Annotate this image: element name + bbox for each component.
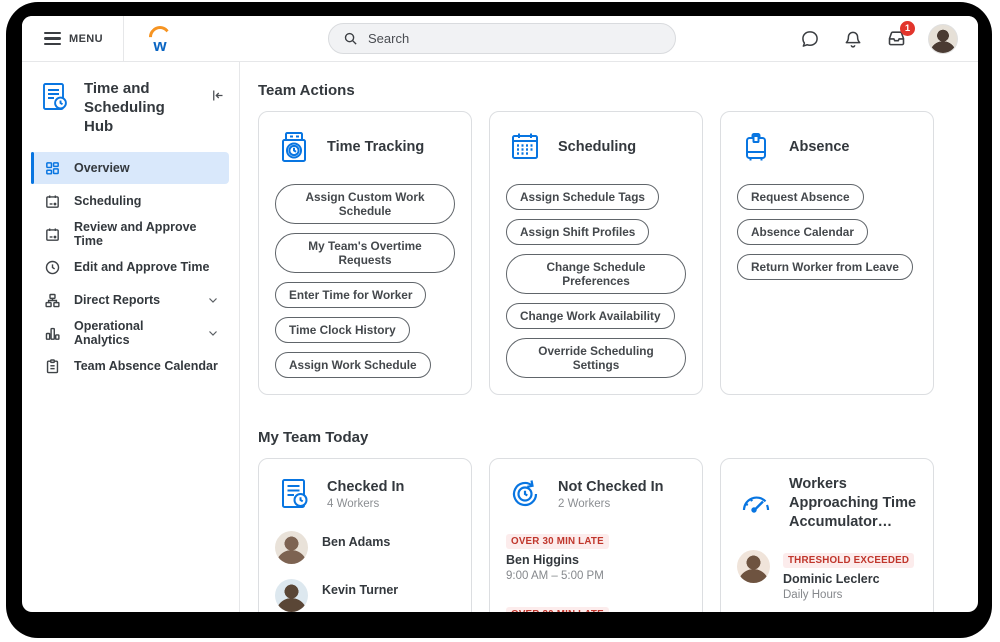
search-container [328,23,676,54]
chat-icon [800,29,820,49]
sidebar-item-review-and-approve-time[interactable]: Review and Approve Time [31,218,229,250]
action-assign-work-schedule[interactable]: Assign Work Schedule [275,352,431,378]
card-title: Time Tracking [327,138,424,157]
action-assign-schedule-tags[interactable]: Assign Schedule Tags [506,184,659,210]
card-workers-approaching-accumulator: Workers Approaching Time Accumulator… TH… [720,458,934,612]
sidebar-item-team-absence-calendar[interactable]: Team Absence Calendar [31,350,229,382]
hub-header: Time and Scheduling Hub [22,80,239,152]
sidebar-item-direct-reports[interactable]: Direct Reports [31,284,229,316]
card-time-tracking: Time Tracking Assign Custom Work Schedul… [258,111,472,395]
workday-logo[interactable]: w [124,25,174,53]
action-assign-custom-work-schedule[interactable]: Assign Custom Work Schedule [275,184,455,224]
worker-count: 2 Workers [558,498,664,510]
notifications-button[interactable] [842,28,864,50]
app-window: MENU w 1 [22,16,978,612]
topbar-actions: 1 [799,24,978,54]
clock-history-icon [506,475,544,513]
chat-button[interactable] [799,28,821,50]
avatar [275,579,308,612]
action-change-work-availability[interactable]: Change Work Availability [506,303,675,329]
late-worker-entry: OVER 30 MIN LATE Ben Higgins 9:00 AM – 5… [506,531,686,582]
main-content: Team Actions Time Tracking Assign Custom… [240,62,978,612]
sidebar-item-scheduling[interactable]: Scheduling [31,185,229,217]
card-title: Workers Approaching Time Accumulator… [789,475,917,532]
section-heading-team-actions: Team Actions [258,82,978,99]
action-absence-calendar[interactable]: Absence Calendar [737,219,868,245]
worker-name: Kevin Turner [322,579,398,597]
action-my-teams-overtime-requests[interactable]: My Team's Overtime Requests [275,233,455,273]
card-not-checked-in: Not Checked In 2 Workers OVER 30 MIN LAT… [489,458,703,612]
clock-icon [44,259,61,276]
workday-logo-icon: w [146,25,174,53]
clipboard-icon [44,358,61,375]
card-scheduling: Scheduling Assign Schedule Tags Assign S… [489,111,703,395]
sidebar-item-edit-and-approve-time[interactable]: Edit and Approve Time [31,251,229,283]
accumulator-type: Daily Hours [783,589,914,601]
chevron-down-icon [207,294,219,306]
action-change-schedule-preferences[interactable]: Change Schedule Preferences [506,254,686,294]
profile-avatar[interactable] [928,24,958,54]
shift-time: 9:00 AM – 5:00 PM [506,570,686,582]
avatar [737,550,770,583]
section-heading-my-team-today: My Team Today [258,429,978,446]
document-clock-icon [38,80,72,114]
document-clock-icon [275,475,313,513]
calendar-icon [44,226,61,243]
my-team-today-row: Checked In 4 Workers Ben Adams Kevin Tur… [258,458,978,612]
hub-title: Time and Scheduling Hub [84,80,198,136]
bell-icon [843,29,863,49]
bar-chart-icon [44,325,61,342]
inbox-button[interactable]: 1 [885,28,907,50]
search-icon [343,31,358,46]
late-worker-entry: OVER 30 MIN LATE Sunil Patel 9:00 AM – 5… [506,604,686,612]
calendar-grid-icon [506,128,544,166]
worker-name: Ben Higgins [506,553,686,567]
action-override-scheduling-settings[interactable]: Override Scheduling Settings [506,338,686,378]
collapse-sidebar-button[interactable] [210,88,225,108]
menu-button[interactable]: MENU [22,16,123,61]
action-time-clock-history[interactable]: Time Clock History [275,317,410,343]
grid-icon [44,160,61,177]
calendar-icon [44,193,61,210]
card-title: Scheduling [558,138,636,157]
punch-clock-icon [275,128,313,166]
gauge-icon [737,486,775,520]
action-assign-shift-profiles[interactable]: Assign Shift Profiles [506,219,649,245]
card-title: Not Checked In [558,478,664,497]
card-title: Checked In [327,478,404,497]
action-enter-time-for-worker[interactable]: Enter Time for Worker [275,282,426,308]
menu-label: MENU [69,33,103,45]
worker-name: Dominic Leclerc [783,572,914,586]
action-return-worker-from-leave[interactable]: Return Worker from Leave [737,254,913,280]
worker-row: Kevin Turner [275,579,455,612]
card-checked-in: Checked In 4 Workers Ben Adams Kevin Tur… [258,458,472,612]
action-request-absence[interactable]: Request Absence [737,184,864,210]
worker-name: Ben Adams [322,531,390,549]
collapse-icon [210,88,225,103]
threshold-badge: THRESHOLD EXCEEDED [783,553,914,568]
sidebar-item-overview[interactable]: Overview [31,152,229,184]
org-chart-icon [44,292,61,309]
search-input[interactable] [368,31,661,46]
worker-row: Ben Adams [275,531,455,564]
avatar [275,531,308,564]
sidebar-item-operational-analytics[interactable]: Operational Analytics [31,317,229,349]
late-badge: OVER 30 MIN LATE [506,607,609,612]
threshold-entry: THRESHOLD EXCEEDED Dominic Leclerc Daily… [737,550,917,601]
hamburger-icon [44,29,61,48]
card-title: Absence [789,138,849,157]
inbox-badge: 1 [900,21,915,36]
late-badge: OVER 30 MIN LATE [506,534,609,549]
chevron-down-icon [207,327,219,339]
topbar: MENU w 1 [22,16,978,62]
team-actions-row: Time Tracking Assign Custom Work Schedul… [258,111,978,395]
suitcase-icon [737,128,775,166]
sidebar: Time and Scheduling Hub Overview Schedul… [22,62,240,612]
worker-count: 4 Workers [327,498,404,510]
card-absence: Absence Request Absence Absence Calendar… [720,111,934,395]
